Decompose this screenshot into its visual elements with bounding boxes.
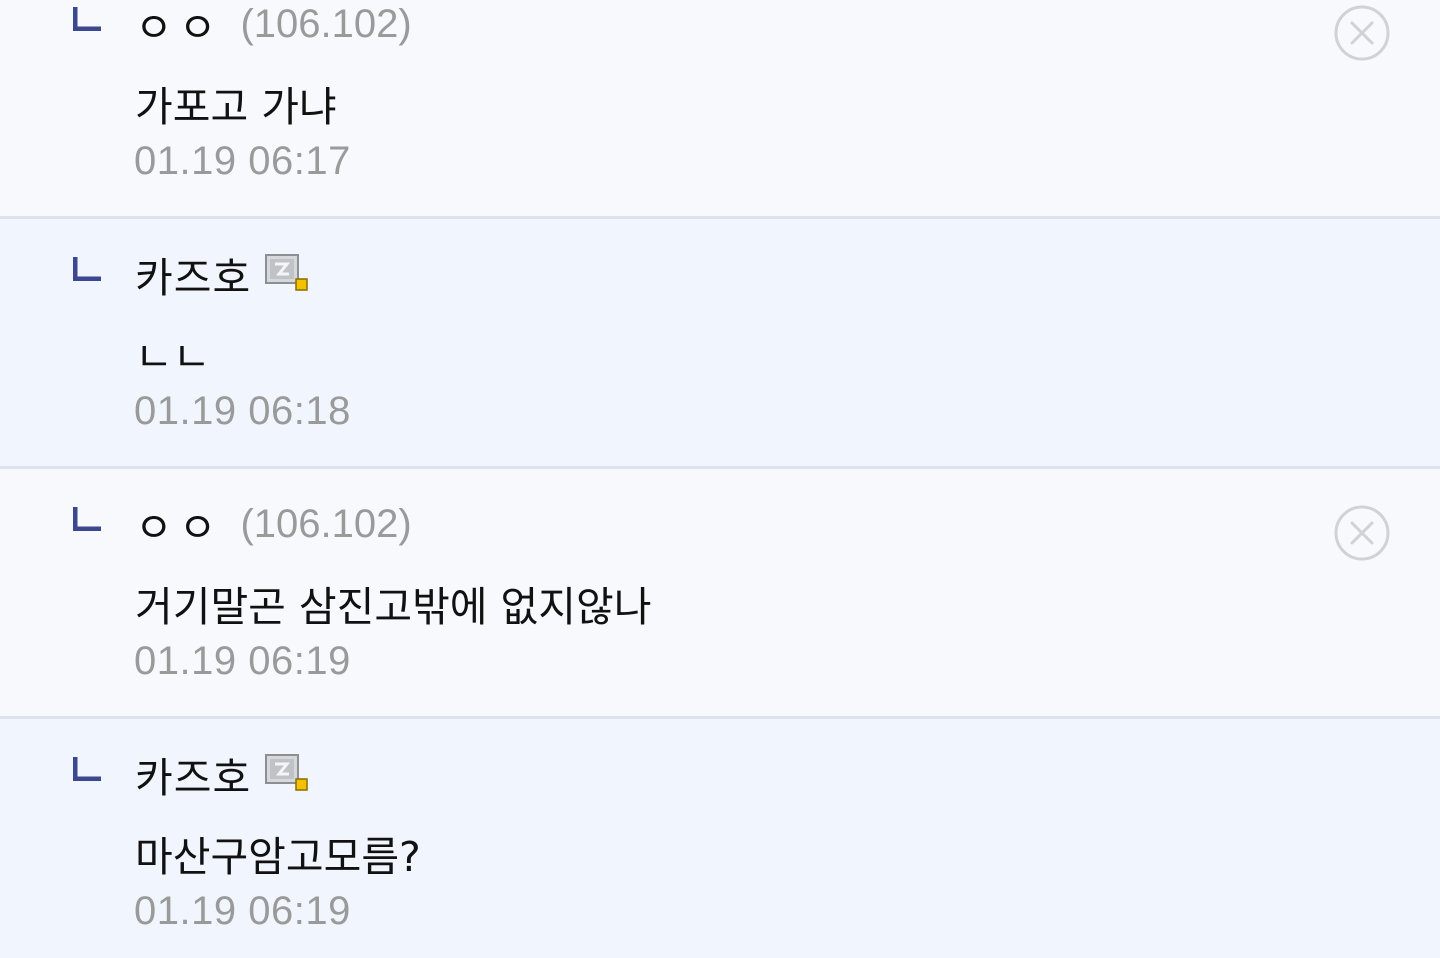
gallog-icon[interactable] [265,252,309,292]
comment-time: 01.19 06:18 [134,389,351,433]
reply-arrow-icon [73,7,101,31]
comment-text: 가포고 가냐 [135,83,337,131]
reply-arrow-icon [73,507,101,531]
comment-item: ㅇㅇ (106.102) 거기말곤 삼진고밖에 없지않나 01.19 06:19 [0,469,1440,719]
comment-nickname[interactable]: ㅇㅇ [135,0,222,54]
close-circle-icon[interactable] [1333,4,1391,62]
comment-text: 거기말곤 삼진고밖에 없지않나 [135,583,652,631]
close-circle-icon[interactable] [1333,504,1391,562]
comment-ip: (106.102) [240,501,412,546]
gallog-icon[interactable] [265,752,309,792]
comment-header: 카즈호 [135,743,309,805]
comment-item: 카즈호 마산구암고모름? 01.19 06:19 [0,719,1440,958]
comment-header: ㅇㅇ (106.102) [135,493,412,555]
comment-nickname[interactable]: 카즈호 [135,244,251,304]
comment-text: 마산구암고모름? [135,833,421,881]
comment-item: ㅇㅇ (106.102) 가포고 가냐 01.19 06:17 [0,0,1440,219]
comment-time: 01.19 06:19 [134,639,351,683]
comment-ip: (106.102) [240,1,412,46]
comment-nickname[interactable]: ㅇㅇ [135,494,222,554]
comment-list: ㅇㅇ (106.102) 가포고 가냐 01.19 06:17 카즈호 ㄴㄴ 0… [0,0,1440,958]
comment-nickname[interactable]: 카즈호 [135,744,251,804]
comment-text: ㄴㄴ [135,333,211,381]
comment-header: 카즈호 [135,243,309,305]
comment-item: 카즈호 ㄴㄴ 01.19 06:18 [0,219,1440,469]
comment-time: 01.19 06:19 [134,889,351,933]
reply-arrow-icon [73,757,101,781]
comment-header: ㅇㅇ (106.102) [135,0,412,55]
reply-arrow-icon [73,257,101,281]
comment-time: 01.19 06:17 [134,139,351,183]
